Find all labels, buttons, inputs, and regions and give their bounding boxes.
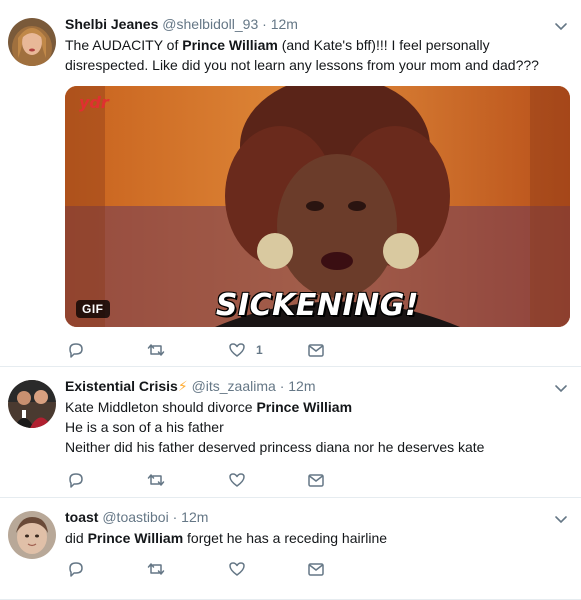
tweet-text: The AUDACITY of Prince William (and Kate… bbox=[65, 37, 539, 73]
avatar[interactable] bbox=[8, 380, 56, 428]
timestamp[interactable]: 12m bbox=[271, 16, 298, 32]
tweet-card[interactable]: toast @toastiboi · 12m did Prince Willia… bbox=[0, 498, 581, 600]
retweet-button[interactable] bbox=[147, 340, 165, 360]
user-handle[interactable]: @shelbidoll_93 bbox=[162, 16, 258, 32]
like-count: 1 bbox=[256, 343, 263, 357]
like-button[interactable] bbox=[228, 470, 246, 490]
heart-icon bbox=[229, 343, 245, 357]
tweet-actions bbox=[65, 470, 345, 490]
like-button[interactable]: 1 bbox=[228, 340, 263, 360]
tweet-card[interactable]: Existential Crisis⚡ @its_zaalima · 12m K… bbox=[0, 367, 581, 498]
tweet-text: Kate Middleton should divorce Prince Wil… bbox=[65, 397, 570, 457]
chevron-down-icon[interactable] bbox=[553, 18, 569, 34]
avatar[interactable] bbox=[8, 18, 56, 66]
tweet-header: toast @toastiboi · 12m bbox=[65, 508, 208, 526]
tweet-card[interactable]: Shelbi Jeanes @shelbidoll_93 · 12m The A… bbox=[0, 0, 581, 367]
display-name[interactable]: Shelbi Jeanes bbox=[65, 16, 158, 32]
tweet-line: Neither did his father deserved princess… bbox=[65, 439, 485, 455]
hashtag-highlight[interactable]: Prince William bbox=[182, 37, 278, 53]
retweet-icon bbox=[147, 474, 165, 486]
retweet-icon bbox=[147, 563, 165, 575]
lightning-emoji: ⚡ bbox=[177, 378, 188, 394]
tweet-header: Existential Crisis⚡ @its_zaalima · 12m bbox=[65, 377, 316, 395]
hashtag-highlight[interactable]: Prince William bbox=[88, 530, 184, 546]
tweet-line: Kate Middleton should divorce Prince Wil… bbox=[65, 399, 353, 415]
direct-message-button[interactable] bbox=[307, 340, 325, 360]
separator-dot: · bbox=[279, 378, 285, 394]
tweet-line: He is a son of a his father bbox=[65, 419, 224, 435]
direct-message-button[interactable] bbox=[307, 470, 325, 490]
hashtag-highlight[interactable]: Prince William bbox=[256, 399, 352, 415]
timestamp[interactable]: 12m bbox=[288, 378, 315, 394]
retweet-icon bbox=[147, 344, 165, 356]
direct-message-button[interactable] bbox=[307, 559, 325, 579]
watermark-text: ydr bbox=[79, 93, 110, 112]
display-name[interactable]: Existential Crisis bbox=[65, 378, 178, 394]
display-name[interactable]: toast bbox=[65, 509, 98, 525]
gif-media[interactable]: ydr SICKENING! GIF bbox=[65, 86, 570, 327]
reply-icon bbox=[69, 473, 83, 488]
chevron-down-icon[interactable] bbox=[553, 380, 569, 396]
timestamp[interactable]: 12m bbox=[181, 509, 208, 525]
separator-dot: · bbox=[262, 16, 267, 32]
reply-icon bbox=[69, 562, 83, 577]
tweet-actions bbox=[65, 559, 345, 579]
separator-dot: · bbox=[172, 509, 178, 525]
reply-icon bbox=[69, 343, 83, 358]
envelope-icon bbox=[308, 474, 324, 487]
tweet-header: Shelbi Jeanes @shelbidoll_93 · 12m bbox=[65, 15, 298, 33]
heart-icon bbox=[229, 562, 245, 576]
reply-button[interactable] bbox=[67, 340, 85, 360]
envelope-icon bbox=[308, 344, 324, 357]
gif-caption: SICKENING! bbox=[215, 288, 420, 323]
tweet-actions: 1 bbox=[65, 340, 345, 360]
heart-icon bbox=[229, 473, 245, 487]
reply-button[interactable] bbox=[67, 470, 85, 490]
reply-button[interactable] bbox=[67, 559, 85, 579]
gif-badge: GIF bbox=[76, 300, 110, 318]
like-button[interactable] bbox=[228, 559, 246, 579]
user-handle[interactable]: @toastiboi bbox=[102, 509, 168, 525]
chevron-down-icon[interactable] bbox=[553, 511, 569, 527]
envelope-icon bbox=[308, 563, 324, 576]
retweet-button[interactable] bbox=[147, 470, 165, 490]
avatar[interactable] bbox=[8, 511, 56, 559]
tweet-feed: Shelbi Jeanes @shelbidoll_93 · 12m The A… bbox=[0, 0, 581, 600]
retweet-button[interactable] bbox=[147, 559, 165, 579]
user-handle[interactable]: @its_zaalima bbox=[192, 378, 276, 394]
tweet-text: did Prince William forget he has a reced… bbox=[65, 530, 388, 546]
